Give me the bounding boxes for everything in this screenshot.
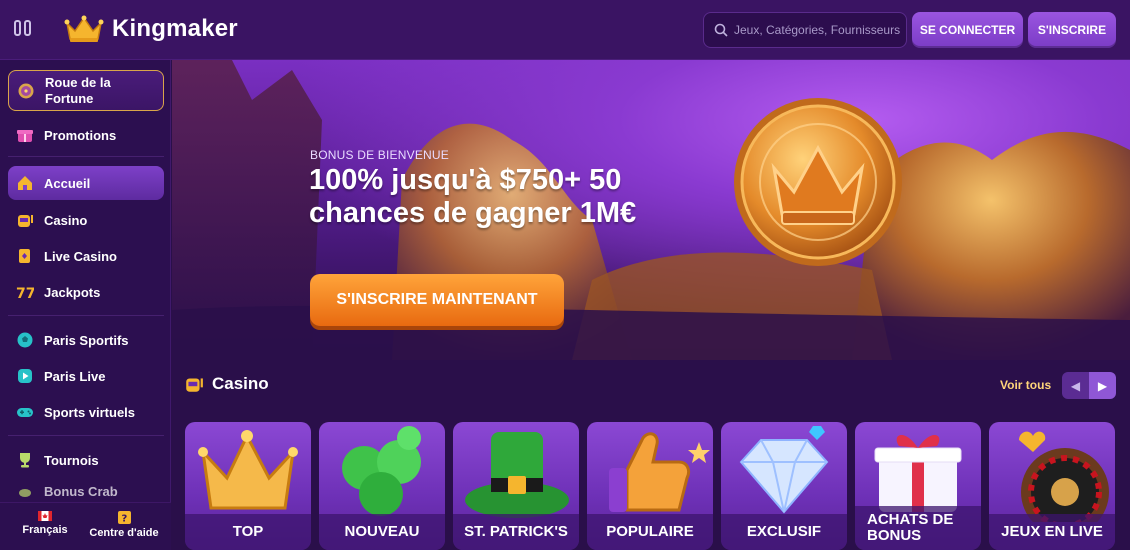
thumbs-up-icon: [609, 432, 710, 512]
gamepad-icon: [16, 403, 34, 421]
sidebar-item-label: Casino: [44, 212, 88, 228]
casino-section-header: Casino: [184, 374, 269, 394]
sidebar-item-casino[interactable]: Casino: [8, 209, 164, 231]
signup-now-button[interactable]: S'INSCRIRE MAINTENANT: [310, 274, 564, 326]
leprechaun-hat-icon: [465, 432, 569, 518]
tile-label: ACHATS DE BONUS: [855, 506, 981, 550]
crab-icon: [16, 484, 34, 498]
soccer-ball-icon: [16, 331, 34, 349]
category-tile-top[interactable]: TOP: [185, 422, 311, 550]
sidebar-item-label: Paris Sportifs: [44, 332, 129, 348]
category-tile-new[interactable]: NOUVEAU: [319, 422, 445, 550]
search-input[interactable]: [734, 23, 904, 37]
tile-label: POPULAIRE: [587, 514, 713, 550]
top-bar: Kingmaker SE CONNECTER S'INSCRIRE: [0, 0, 1130, 60]
tile-label: EXCLUSIF: [721, 514, 847, 550]
tile-label: TOP: [185, 514, 311, 550]
carousel-controls: ◀ ▶: [1062, 372, 1116, 399]
category-tile-exclusive[interactable]: EXCLUSIF: [721, 422, 847, 550]
category-tile-st-patricks[interactable]: ST. PATRICK'S: [453, 422, 579, 550]
canada-flag-icon: [38, 511, 52, 521]
diamond-icon: [739, 426, 829, 514]
help-icon: ?: [117, 511, 131, 525]
wheel-icon: [17, 82, 35, 100]
live-play-icon: [16, 367, 34, 385]
category-tile-bonus-buy[interactable]: ACHATS DE BONUS: [855, 422, 981, 550]
sidebar-item-promotions[interactable]: Promotions: [8, 124, 164, 146]
cards-icon: [16, 247, 34, 265]
category-tile-live-games[interactable]: JEUX EN LIVE: [989, 422, 1115, 550]
svg-text:77: 77: [16, 286, 34, 301]
search-box[interactable]: [703, 12, 907, 48]
jackpot-icon: 77: [16, 283, 34, 301]
see-all-link[interactable]: Voir tous: [1000, 378, 1051, 392]
gift-icon: [16, 126, 34, 144]
sidebar-divider: [8, 156, 164, 157]
section-title: Casino: [212, 374, 269, 393]
next-arrow-icon[interactable]: ▶: [1089, 372, 1116, 399]
help-label: Centre d'aide: [89, 527, 159, 539]
sidebar-item-sports[interactable]: Paris Sportifs: [8, 329, 164, 351]
casino-icon: [16, 211, 34, 229]
brand-logo[interactable]: Kingmaker: [64, 14, 238, 44]
language-label: Français: [22, 524, 68, 536]
tile-label: ST. PATRICK'S: [453, 514, 579, 550]
sidebar-item-label: Accueil: [44, 175, 91, 191]
sidebar-item-tournaments[interactable]: Tournois: [8, 449, 164, 471]
sidebar-divider: [8, 315, 164, 316]
sidebar-item-live-casino[interactable]: Live Casino: [8, 245, 164, 267]
sidebar-item-label: Promotions: [44, 127, 117, 143]
sidebar-item-jackpots[interactable]: 77 Jackpots: [8, 281, 164, 303]
category-tile-popular[interactable]: POPULAIRE: [587, 422, 713, 550]
sidebar-item-label: Roue de la Fortune: [45, 74, 111, 106]
help-center-link[interactable]: ? Centre d'aide: [88, 511, 160, 539]
sidebar-item-label: Live Casino: [44, 248, 117, 264]
sidebar-item-label: Jackpots: [44, 284, 101, 300]
hero-label: BONUS DE BIENVENUE: [310, 148, 449, 162]
sidebar-item-live-bets[interactable]: Paris Live: [8, 365, 164, 387]
category-carousel: TOP NOUVEAU ST. PATRICK'S POPULAIRE EXCL…: [185, 422, 1130, 550]
tile-label: JEUX EN LIVE: [989, 514, 1115, 550]
sidebar-item-home[interactable]: Accueil: [8, 166, 164, 200]
sidebar-item-wheel[interactable]: Roue de la Fortune: [8, 70, 164, 111]
sidebar-item-label: Bonus Crab: [44, 484, 118, 498]
sidebar-toggle-icon[interactable]: [14, 20, 36, 40]
sidebar-item-virtual-sports[interactable]: Sports virtuels: [8, 401, 164, 423]
login-button[interactable]: SE CONNECTER: [912, 12, 1023, 48]
hero-banner[interactable]: BONUS DE BIENVENUE 100% jusqu'à $750+ 50…: [172, 60, 1130, 360]
sidebar-item-label: Tournois: [44, 452, 99, 468]
prev-arrow-icon[interactable]: ◀: [1062, 372, 1089, 399]
language-selector[interactable]: Français: [22, 511, 68, 536]
sidebar-item-label: Sports virtuels: [44, 404, 136, 420]
roulette-icon: [1019, 431, 1109, 522]
hero-title: 100% jusqu'à $750+ 50 chances de gagner …: [309, 164, 637, 229]
clover-icon: [342, 426, 421, 516]
sidebar-footer: Français ? Centre d'aide: [0, 502, 171, 550]
sidebar-item-label: Paris Live: [44, 368, 106, 384]
signup-button[interactable]: S'INSCRIRE: [1028, 12, 1116, 48]
sidebar-item-bonus-crab[interactable]: Bonus Crab: [8, 484, 164, 498]
crown-icon: [198, 430, 298, 510]
brand-name: Kingmaker: [112, 15, 238, 42]
crown-coin-icon: [734, 98, 902, 266]
crown-icon: [64, 15, 104, 42]
sidebar-divider: [8, 435, 164, 436]
home-icon: [16, 174, 34, 192]
casino-icon: [186, 378, 203, 392]
trophy-icon: [16, 451, 34, 469]
svg-text:?: ?: [121, 514, 127, 525]
sidebar: Roue de la Fortune Promotions Accueil Ca…: [0, 60, 171, 550]
search-icon: [714, 23, 728, 37]
tile-label: NOUVEAU: [319, 514, 445, 550]
